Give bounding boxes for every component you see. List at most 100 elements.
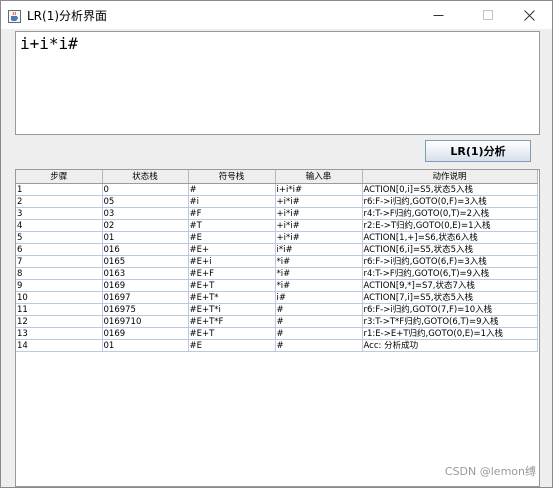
cell-input-string[interactable]: #	[275, 303, 363, 316]
cell-symbol-stack[interactable]: #F	[188, 207, 276, 220]
cell-input-string[interactable]: #	[275, 327, 363, 340]
cell-step[interactable]: 4	[16, 219, 103, 232]
title-bar[interactable]: LR(1)分析界面	[1, 1, 552, 29]
cell-action[interactable]: r6:F->i归约,GOTO(6,F)=3入栈	[362, 255, 538, 268]
table-row[interactable]: 14 01 #E # Acc: 分析成功	[16, 339, 538, 352]
table-row[interactable]: 5 01 #E +i*i# ACTION[1,+]=S6,状态6入栈	[16, 231, 538, 244]
cell-action[interactable]: ACTION[1,+]=S6,状态6入栈	[362, 231, 538, 244]
table-row[interactable]: 12 0169710 #E+T*F # r3:T->T*F归约,GOTO(6,T)=9入…	[16, 315, 538, 328]
cell-symbol-stack[interactable]: #T	[188, 219, 276, 232]
cell-state-stack[interactable]: 01	[102, 231, 189, 244]
cell-symbol-stack[interactable]: #E+T	[188, 327, 276, 340]
cell-action[interactable]: ACTION[9,*]=S7,状态7入栈	[362, 279, 538, 292]
cell-state-stack[interactable]: 0	[102, 183, 189, 196]
cell-state-stack[interactable]: 01697	[102, 291, 189, 304]
cell-input-string[interactable]: +i*i#	[275, 207, 363, 220]
table-row[interactable]: 2 05 #i +i*i# r6:F->i归约,GOTO(0,F)=3入栈	[16, 195, 538, 208]
cell-action[interactable]: ACTION[6,i]=S5,状态5入栈	[362, 243, 538, 256]
cell-step[interactable]: 14	[16, 339, 103, 352]
column-header-step[interactable]: 步骤	[16, 170, 103, 184]
lr1-analyze-button[interactable]: LR(1)分析	[425, 140, 531, 162]
cell-action[interactable]: r4:T->F归约,GOTO(6,T)=9入栈	[362, 267, 538, 280]
table-row[interactable]: 7 0165 #E+i *i# r6:F->i归约,GOTO(6,F)=3入栈	[16, 255, 538, 268]
table-row[interactable]: 9 0169 #E+T *i# ACTION[9,*]=S7,状态7入栈	[16, 279, 538, 292]
cell-state-stack[interactable]: 0163	[102, 267, 189, 280]
cell-symbol-stack[interactable]: #E+i	[188, 255, 276, 268]
cell-step[interactable]: 7	[16, 255, 103, 268]
cell-state-stack[interactable]: 05	[102, 195, 189, 208]
cell-action[interactable]: r2:E->T归约,GOTO(0,E)=1入栈	[362, 219, 538, 232]
table-row[interactable]: 6 016 #E+ i*i# ACTION[6,i]=S5,状态5入栈	[16, 243, 538, 256]
cell-symbol-stack[interactable]: #E+T*	[188, 291, 276, 304]
cell-step[interactable]: 3	[16, 207, 103, 220]
cell-state-stack[interactable]: 016975	[102, 303, 189, 316]
cell-input-string[interactable]: +i*i#	[275, 231, 363, 244]
cell-step[interactable]: 2	[16, 195, 103, 208]
column-header-symbol-stack[interactable]: 符号栈	[188, 170, 276, 184]
watermark: CSDN @lemon缚	[444, 465, 536, 478]
analysis-table: 步骤 状态栈 符号栈 输入串 动作说明 1 0 # i+i*i# ACTION[0,i]…	[16, 170, 538, 352]
table-row[interactable]: 3 03 #F +i*i# r4:T->F归约,GOTO(0,T)=2入栈	[16, 207, 538, 220]
maximize-button[interactable]	[465, 1, 511, 29]
cell-action[interactable]: r6:F->i归约,GOTO(0,F)=3入栈	[362, 195, 538, 208]
cell-input-string[interactable]: +i*i#	[275, 195, 363, 208]
cell-step[interactable]: 13	[16, 327, 103, 340]
cell-input-string[interactable]: #	[275, 315, 363, 328]
cell-state-stack[interactable]: 016	[102, 243, 189, 256]
column-header-input-string[interactable]: 输入串	[275, 170, 363, 184]
cell-state-stack[interactable]: 01	[102, 339, 189, 352]
input-text-area[interactable]: i+i*i#	[15, 31, 540, 135]
cell-symbol-stack[interactable]: #E	[188, 231, 276, 244]
close-button[interactable]	[506, 1, 552, 29]
column-header-state-stack[interactable]: 状态栈	[102, 170, 189, 184]
cell-symbol-stack[interactable]: #E+F	[188, 267, 276, 280]
java-cup-icon	[8, 8, 21, 23]
table-row[interactable]: 1 0 # i+i*i# ACTION[0,i]=S5,状态5入栈	[16, 183, 538, 196]
window-title: LR(1)分析界面	[27, 9, 108, 23]
table-row[interactable]: 10 01697 #E+T* i# ACTION[7,i]=S5,状态5入栈	[16, 291, 538, 304]
cell-step[interactable]: 9	[16, 279, 103, 292]
cell-step[interactable]: 10	[16, 291, 103, 304]
column-header-action[interactable]: 动作说明	[362, 170, 538, 184]
cell-input-string[interactable]: *i#	[275, 267, 363, 280]
cell-action[interactable]: r6:F->i归约,GOTO(7,F)=10入栈	[362, 303, 538, 316]
minimize-button[interactable]	[415, 1, 461, 29]
cell-input-string[interactable]: i*i#	[275, 243, 363, 256]
cell-symbol-stack[interactable]: #E+	[188, 243, 276, 256]
cell-step[interactable]: 1	[16, 183, 103, 196]
cell-step[interactable]: 11	[16, 303, 103, 316]
cell-step[interactable]: 5	[16, 231, 103, 244]
cell-symbol-stack[interactable]: #	[188, 183, 276, 196]
table-row[interactable]: 13 0169 #E+T # r1:E->E+T归约,GOTO(0,E)=1入栈	[16, 327, 538, 340]
cell-action[interactable]: r3:T->T*F归约,GOTO(6,T)=9入栈	[362, 315, 538, 328]
cell-input-string[interactable]: *i#	[275, 279, 363, 292]
cell-step[interactable]: 8	[16, 267, 103, 280]
cell-input-string[interactable]: i#	[275, 291, 363, 304]
cell-symbol-stack[interactable]: #i	[188, 195, 276, 208]
cell-state-stack[interactable]: 0165	[102, 255, 189, 268]
cell-symbol-stack[interactable]: #E+T	[188, 279, 276, 292]
cell-symbol-stack[interactable]: #E+T*F	[188, 315, 276, 328]
table-row[interactable]: 11 016975 #E+T*i # r6:F->i归约,GOTO(7,F)=10入栈	[16, 303, 538, 316]
cell-action[interactable]: r1:E->E+T归约,GOTO(0,E)=1入栈	[362, 327, 538, 340]
cell-step[interactable]: 12	[16, 315, 103, 328]
cell-symbol-stack[interactable]: #E	[188, 339, 276, 352]
cell-state-stack[interactable]: 03	[102, 207, 189, 220]
cell-input-string[interactable]: *i#	[275, 255, 363, 268]
cell-state-stack[interactable]: 0169	[102, 279, 189, 292]
cell-state-stack[interactable]: 0169710	[102, 315, 189, 328]
cell-action[interactable]: ACTION[7,i]=S5,状态5入栈	[362, 291, 538, 304]
cell-step[interactable]: 6	[16, 243, 103, 256]
cell-input-string[interactable]: #	[275, 339, 363, 352]
cell-input-string[interactable]: +i*i#	[275, 219, 363, 232]
cell-action[interactable]: Acc: 分析成功	[362, 339, 538, 352]
cell-action[interactable]: ACTION[0,i]=S5,状态5入栈	[362, 183, 538, 196]
cell-action[interactable]: r4:T->F归约,GOTO(0,T)=2入栈	[362, 207, 538, 220]
cell-state-stack[interactable]: 0169	[102, 327, 189, 340]
table-row[interactable]: 8 0163 #E+F *i# r4:T->F归约,GOTO(6,T)=9入栈	[16, 267, 538, 280]
cell-state-stack[interactable]: 02	[102, 219, 189, 232]
cell-input-string[interactable]: i+i*i#	[275, 183, 363, 196]
table-row[interactable]: 4 02 #T +i*i# r2:E->T归约,GOTO(0,E)=1入栈	[16, 219, 538, 232]
cell-symbol-stack[interactable]: #E+T*i	[188, 303, 276, 316]
analysis-table-panel[interactable]: 步骤 状态栈 符号栈 输入串 动作说明 1 0 # i+i*i# ACTION[0,i]…	[15, 169, 540, 487]
